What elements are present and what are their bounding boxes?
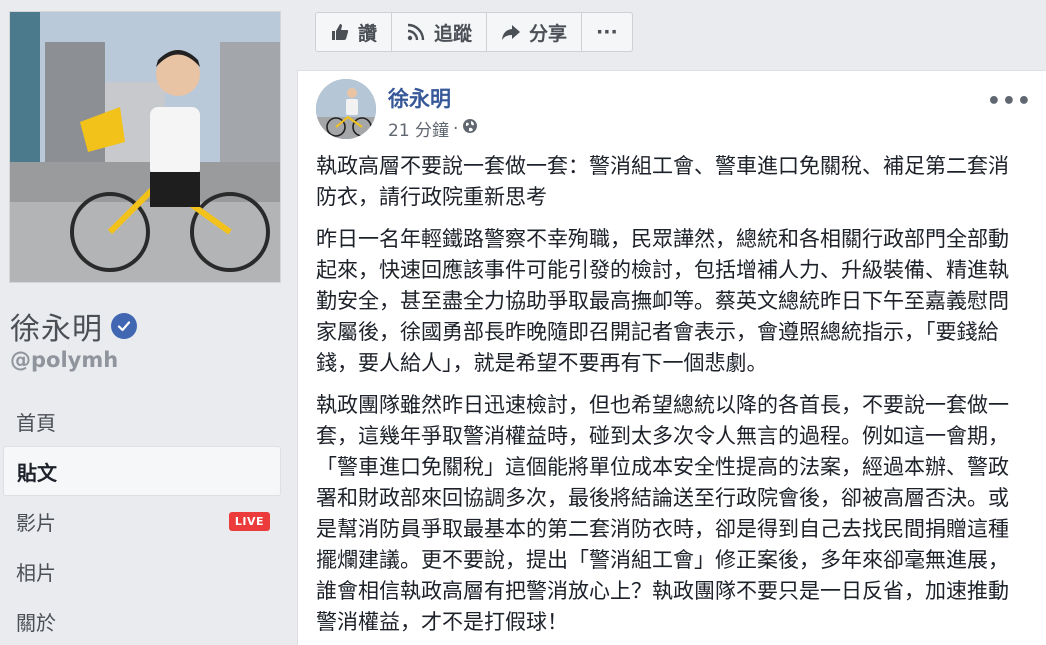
nav-item-label: 相片 xyxy=(16,560,56,585)
nav-item-videos[interactable]: 影片 LIVE xyxy=(3,496,281,546)
page-handle[interactable]: @polymh xyxy=(10,348,118,372)
page-nav: 首頁 貼文 影片 LIVE 相片 關於 xyxy=(3,396,281,645)
nav-item-label: 貼文 xyxy=(17,460,57,485)
nav-item-label: 關於 xyxy=(16,610,56,635)
avatar-illustration xyxy=(316,79,376,139)
nav-item-about[interactable]: 關於 xyxy=(3,596,281,645)
nav-item-label: 首頁 xyxy=(16,410,56,435)
share-button[interactable]: 分享 xyxy=(487,13,583,51)
rss-icon xyxy=(406,22,426,42)
post-author-link[interactable]: 徐永明 xyxy=(388,83,451,113)
page-action-bar: 讚 追蹤 分享 ··· xyxy=(315,12,633,52)
post-timestamp[interactable]: 21 分鐘 xyxy=(388,116,449,141)
share-arrow-icon xyxy=(501,22,521,42)
post-meta: 21 分鐘 · xyxy=(388,116,478,141)
thumbs-up-icon xyxy=(330,22,350,42)
like-button[interactable]: 讚 xyxy=(316,13,393,51)
nav-item-posts[interactable]: 貼文 xyxy=(3,446,281,496)
post-options-button[interactable]: ••• xyxy=(987,89,1032,114)
globe-icon[interactable] xyxy=(462,118,478,139)
post-header: 徐永明 21 分鐘 · ••• xyxy=(316,79,1036,141)
nav-item-home[interactable]: 首頁 xyxy=(3,396,281,446)
page-name-text: 徐永明 xyxy=(10,312,103,347)
nav-item-label: 影片 xyxy=(16,510,56,535)
post-text: 執政高層不要說一套做一套：警消組工會、警車進口免關稅、補足第二套消防衣，請行政院… xyxy=(316,151,1026,645)
live-badge: LIVE xyxy=(228,511,270,531)
separator-dot: · xyxy=(453,118,459,139)
profile-picture[interactable] xyxy=(9,11,281,283)
post-paragraph: 昨日一名年輕鐵路警察不幸殉職，民眾譁然，總統和各相關行政部門全部動起來，快速回應… xyxy=(316,227,1009,375)
follow-button[interactable]: 追蹤 xyxy=(392,13,488,51)
more-actions-button[interactable]: ··· xyxy=(582,13,632,51)
like-button-label: 讚 xyxy=(358,22,378,45)
share-button-label: 分享 xyxy=(529,22,568,45)
nav-item-photos[interactable]: 相片 xyxy=(3,546,281,596)
post-card: 徐永明 21 分鐘 · ••• 執政高層不要說一套做一套：警消組工會、警車進口免… xyxy=(297,70,1046,645)
post-paragraph: 執政高層不要說一套做一套：警消組工會、警車進口免關稅、補足第二套消防衣，請行政院… xyxy=(316,154,1009,209)
post-paragraph: 執政團隊雖然昨日迅速檢討，但也希望總統以降的各首長，不要說一套做一套，這幾年爭取… xyxy=(316,393,1009,634)
page-sidebar: 徐永明 @polymh 首頁 貼文 影片 LIVE 相片 關於 xyxy=(0,0,296,645)
more-dots-icon: ··· xyxy=(596,21,618,43)
verified-badge-icon xyxy=(111,313,137,339)
profile-photo-illustration xyxy=(10,12,280,282)
page-title[interactable]: 徐永明 xyxy=(10,304,137,348)
author-avatar[interactable] xyxy=(316,79,376,139)
follow-button-label: 追蹤 xyxy=(434,22,473,45)
